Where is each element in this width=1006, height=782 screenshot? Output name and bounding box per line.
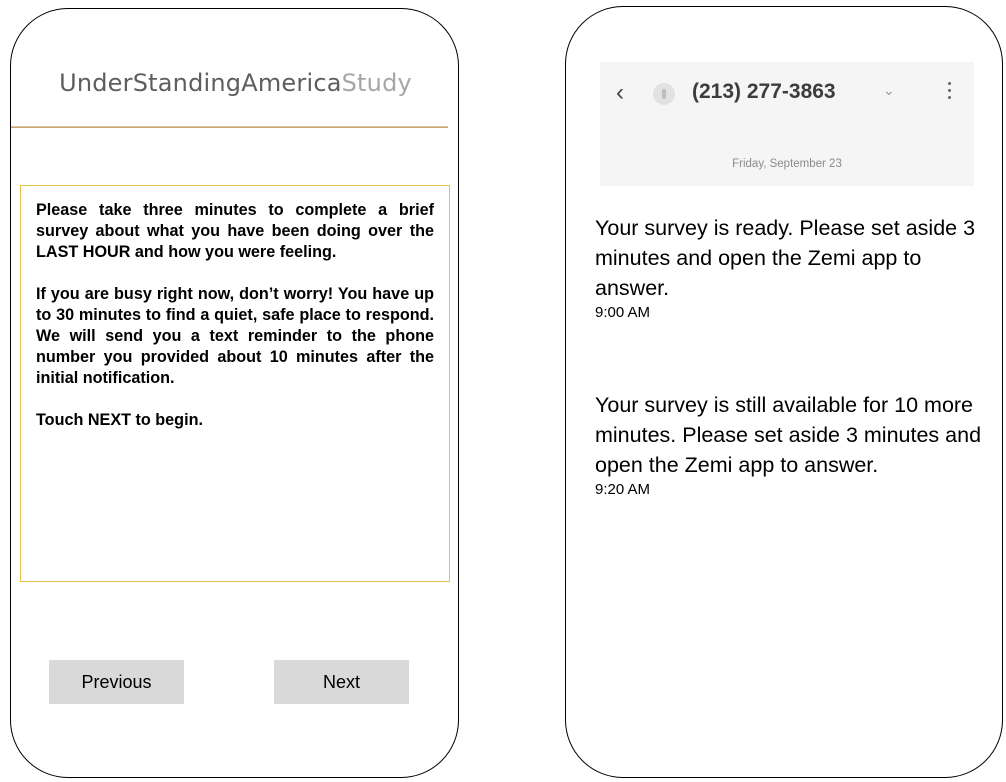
brand-name: UnderStandingAmerica — [59, 69, 342, 97]
previous-button[interactable]: Previous — [49, 660, 184, 704]
phone-frame-left: UnderStandingAmericaStudy Please take th… — [10, 8, 459, 778]
sms-message-time: 9:00 AM — [595, 304, 651, 321]
sms-message-time: 9:20 AM — [595, 481, 651, 498]
more-vertical-icon[interactable] — [948, 82, 952, 102]
sms-message-text: Your survey is ready. Please set aside 3… — [595, 216, 976, 300]
contact-number[interactable]: (213) 277-3863 — [692, 80, 836, 104]
chevron-left-icon[interactable]: ‹ — [616, 81, 638, 105]
instructions-paragraph-1: Please take three minutes to complete a … — [36, 201, 434, 261]
brand-suffix: Study — [341, 69, 412, 97]
phone-frame-right: ‹ (213) 277-3863 ⌄ Friday, September 23 … — [565, 6, 1003, 778]
sms-message: Your survey is still available for 10 mo… — [595, 390, 995, 500]
instructions-paragraph-2: If you are busy right now, don’t worry! … — [36, 285, 434, 387]
brand-divider — [11, 126, 448, 128]
sms-message: Your survey is ready. Please set aside 3… — [595, 213, 995, 323]
survey-instructions-box: Please take three minutes to complete a … — [20, 185, 450, 582]
chevron-down-icon[interactable]: ⌄ — [883, 82, 895, 99]
sms-message-text: Your survey is still available for 10 mo… — [595, 393, 982, 477]
brand-logo: UnderStandingAmericaStudy — [11, 69, 460, 97]
instructions-paragraph-3: Touch NEXT to begin. — [36, 411, 203, 429]
sms-conversation-header: ‹ (213) 277-3863 ⌄ Friday, September 23 — [600, 62, 974, 186]
next-button[interactable]: Next — [274, 660, 409, 704]
conversation-date: Friday, September 23 — [732, 158, 842, 170]
contact-avatar — [653, 83, 675, 105]
